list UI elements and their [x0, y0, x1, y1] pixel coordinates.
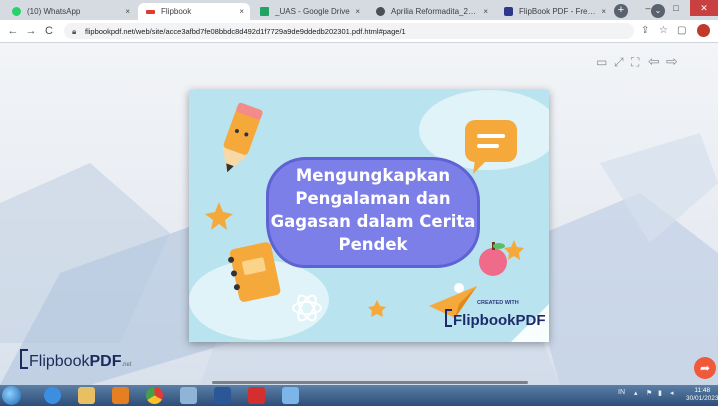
network-icon[interactable]: ▮	[658, 389, 662, 397]
tab-flipbookpdf[interactable]: FlipBook PDF - Free Online PDF ×	[496, 3, 612, 20]
paint-icon[interactable]	[282, 387, 299, 404]
site-logo[interactable]: FlipbookPDF.net	[20, 349, 132, 371]
forward-button[interactable]: →	[24, 24, 38, 38]
media-player-icon[interactable]	[112, 387, 129, 404]
minimize-button[interactable]: –	[634, 0, 662, 16]
google-drive-icon	[260, 7, 269, 16]
url-path: /web/site/acce3afbd7fe08bbdc8d492d1f7729…	[133, 26, 406, 36]
flipbook-viewer: ▭ ⤢ ⛶ ⇦ ⇨ Mengungkapkan Pengalaman dan G…	[0, 43, 718, 385]
flipbook-page[interactable]: Mengungkapkan Pengalaman dan Gagasan dal…	[189, 90, 549, 342]
flipbook-icon	[146, 9, 155, 14]
address-bar[interactable]: 🔒︎ flipbookpdf.net/web/site/acce3afbd7fe…	[64, 23, 634, 39]
share-icon[interactable]: ➦	[694, 357, 716, 379]
new-tab-button[interactable]: +	[614, 4, 628, 18]
globe-icon	[376, 7, 385, 16]
maximize-button[interactable]: □	[662, 0, 690, 16]
logo-text-bold: PDF	[89, 353, 122, 370]
flipbookpdf-watermark: FlipbookPDF	[445, 309, 546, 329]
profile-avatar[interactable]	[697, 24, 710, 37]
back-button[interactable]: ←	[6, 24, 20, 38]
page-title: Mengungkapkan Pengalaman dan Gagasan dal…	[266, 164, 480, 256]
tab-close-icon[interactable]: ×	[483, 7, 488, 16]
tab-close-icon[interactable]: ×	[355, 7, 360, 16]
thumbnails-icon[interactable]: ▭	[596, 55, 607, 69]
tray-arrow-icon[interactable]: ▴	[634, 389, 638, 397]
watermark-text: FlipbookPDF	[453, 312, 546, 329]
close-window-button[interactable]: ✕	[690, 0, 718, 16]
tab-close-icon[interactable]: ×	[601, 7, 606, 16]
fullscreen-expand-icon[interactable]: ⤢	[614, 55, 624, 70]
start-orb-icon[interactable]	[2, 386, 21, 405]
title-line-4: Pendek	[338, 235, 408, 254]
clock-date: 30/01/2023	[686, 395, 718, 402]
logo-suffix: .net	[121, 362, 132, 368]
file-explorer-icon[interactable]	[78, 387, 95, 404]
horizontal-scrollbar[interactable]	[212, 381, 528, 384]
system-clock[interactable]: 11:48 30/01/2023	[686, 387, 718, 403]
created-with-label: CREATED WITH	[477, 300, 519, 306]
tab-close-icon[interactable]: ×	[125, 7, 130, 16]
tab-whatsapp[interactable]: (10) WhatsApp ×	[4, 3, 136, 20]
folder-icon[interactable]	[180, 387, 197, 404]
url-domain: flipbookpdf.net	[85, 26, 134, 36]
browser-tab-strip: (10) WhatsApp × Flipbook × _UAS - Google…	[0, 0, 718, 20]
tab-aprilia[interactable]: Aprilia Reformadita_2201022 ×	[368, 3, 494, 20]
bookmark-star-icon[interactable]: ☆	[659, 24, 668, 38]
windows-taskbar: IN ▴ ⚑ ▮ ◂ 11:48 30/01/2023	[0, 385, 718, 406]
tab-label: Flipbook	[161, 7, 192, 16]
title-line-3: Gagasan dalam Cerita	[270, 212, 476, 231]
flipbook-logo-icon	[445, 309, 452, 327]
acrobat-icon[interactable]	[248, 387, 265, 404]
tab-google-drive[interactable]: _UAS - Google Drive ×	[252, 3, 366, 20]
tab-label: Aprilia Reformadita_2201022	[391, 7, 479, 16]
tab-flipbook[interactable]: Flipbook ×	[138, 3, 250, 20]
tab-close-icon[interactable]: ×	[239, 7, 244, 16]
url-text: flipbookpdf.net/web/site/acce3afbd7fe08b…	[85, 27, 406, 36]
browser-toolbar: ← → C 🔒︎ flipbookpdf.net/web/site/acce3a…	[0, 20, 718, 43]
word-icon[interactable]	[214, 387, 231, 404]
logo-text-light: Flipbook	[29, 353, 90, 370]
volume-icon[interactable]: ◂	[670, 389, 674, 397]
reload-button[interactable]: C	[42, 24, 56, 38]
internet-explorer-icon[interactable]	[44, 387, 61, 404]
side-panel-icon[interactable]: ▢	[677, 24, 686, 38]
whatsapp-icon	[12, 7, 21, 16]
chrome-icon[interactable]	[146, 387, 163, 404]
flag-icon[interactable]: ⚑	[646, 389, 652, 397]
share-page-icon[interactable]: ⇪	[641, 24, 649, 38]
flipbookpdf-icon	[504, 7, 513, 16]
language-indicator[interactable]: IN	[618, 389, 625, 396]
prev-page-icon[interactable]: ⇦	[648, 53, 660, 70]
clock-time: 11:48	[694, 387, 711, 394]
next-page-icon[interactable]: ⇨	[666, 53, 678, 70]
tab-label: _UAS - Google Drive	[275, 7, 350, 16]
tab-label: (10) WhatsApp	[27, 7, 81, 16]
tab-label: FlipBook PDF - Free Online PDF	[519, 7, 597, 16]
title-line-2: Pengalaman dan	[295, 189, 451, 208]
fit-page-icon[interactable]: ⛶	[631, 55, 639, 70]
flipbook-logo-icon	[20, 349, 28, 369]
window-controls: – □ ✕	[634, 0, 718, 16]
lock-icon: 🔒︎	[72, 26, 77, 36]
title-line-1: Mengungkapkan	[295, 166, 451, 185]
